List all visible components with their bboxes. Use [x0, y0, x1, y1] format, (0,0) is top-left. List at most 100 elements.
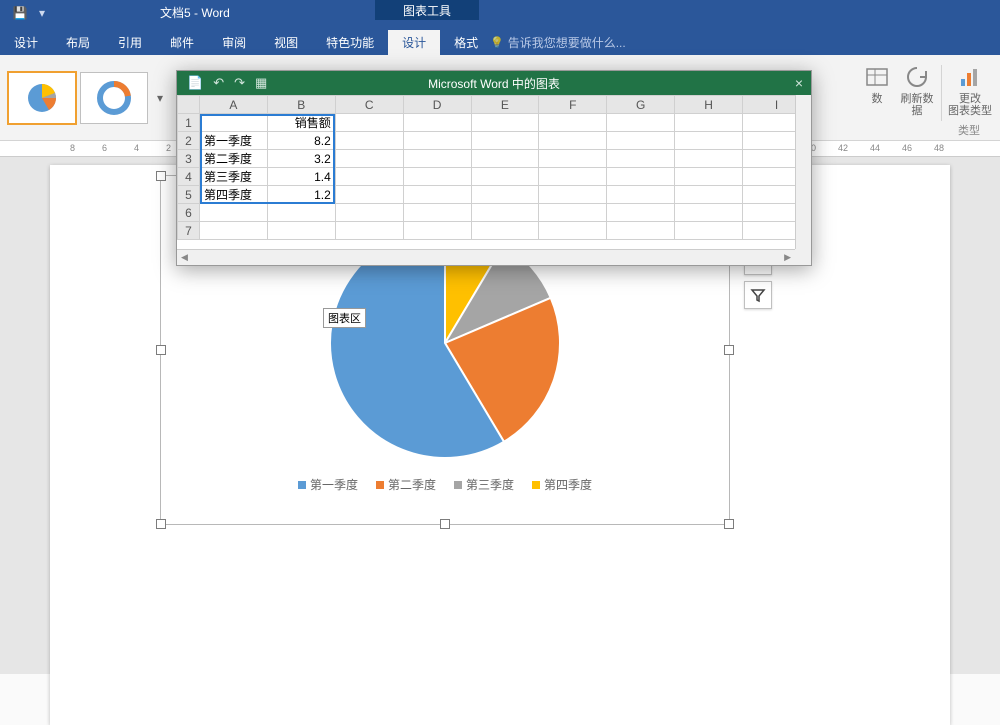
tab-chart-design[interactable]: 设计 — [388, 30, 440, 55]
row-header[interactable]: 2 — [178, 132, 200, 150]
column-header[interactable]: F — [539, 96, 607, 114]
mini-sheet-scrollbar-v[interactable] — [795, 95, 811, 249]
cell[interactable] — [200, 204, 268, 222]
ms-save-icon[interactable]: 📄 — [187, 75, 203, 91]
cell[interactable] — [539, 150, 607, 168]
mini-sheet-scrollbar-h[interactable] — [177, 249, 795, 265]
ms-grid-icon[interactable]: ▦ — [255, 75, 267, 91]
cell[interactable] — [471, 168, 539, 186]
cell[interactable] — [539, 114, 607, 132]
cell[interactable] — [607, 114, 675, 132]
close-icon[interactable]: × — [795, 75, 803, 91]
resize-handle[interactable] — [724, 345, 734, 355]
cell[interactable] — [471, 132, 539, 150]
ms-undo-icon[interactable]: ↶ — [213, 75, 224, 91]
cell[interactable] — [267, 222, 335, 240]
cell[interactable] — [403, 168, 471, 186]
column-header[interactable]: A — [200, 96, 268, 114]
cell[interactable] — [471, 186, 539, 204]
cell[interactable] — [335, 186, 403, 204]
cell[interactable]: 第二季度 — [200, 150, 268, 168]
cell[interactable] — [539, 204, 607, 222]
row-header[interactable]: 6 — [178, 204, 200, 222]
cell[interactable] — [471, 114, 539, 132]
cell[interactable] — [335, 150, 403, 168]
cell[interactable] — [539, 132, 607, 150]
column-header[interactable]: C — [335, 96, 403, 114]
cell[interactable] — [335, 168, 403, 186]
chart-data-editor[interactable]: 📄 ↶ ↷ ▦ Microsoft Word 中的图表 × ABCDEFGHI1… — [176, 70, 812, 266]
cell[interactable]: 第四季度 — [200, 186, 268, 204]
row-header[interactable]: 4 — [178, 168, 200, 186]
ms-redo-icon[interactable]: ↷ — [234, 75, 245, 91]
chart-filters-button[interactable] — [744, 281, 772, 309]
tab-references[interactable]: 引用 — [104, 30, 156, 55]
chart-style-1[interactable] — [8, 72, 76, 124]
cell[interactable] — [607, 204, 675, 222]
cell[interactable] — [403, 186, 471, 204]
dropdown-icon[interactable]: ▾ — [34, 5, 50, 21]
cell[interactable] — [675, 168, 743, 186]
tab-view[interactable]: 视图 — [260, 30, 312, 55]
cell[interactable] — [200, 114, 268, 132]
cell[interactable]: 8.2 — [267, 132, 335, 150]
cell[interactable] — [335, 132, 403, 150]
cell[interactable] — [335, 222, 403, 240]
tab-review[interactable]: 审阅 — [208, 30, 260, 55]
mini-sheet-grid[interactable]: ABCDEFGHI1销售额2第一季度8.23第二季度3.24第三季度1.45第四… — [177, 95, 811, 240]
mini-sheet-resize-grip[interactable] — [795, 249, 811, 265]
cell[interactable] — [403, 204, 471, 222]
cell[interactable] — [200, 222, 268, 240]
cell[interactable] — [403, 222, 471, 240]
resize-handle[interactable] — [724, 519, 734, 529]
chart-style-2[interactable] — [80, 72, 148, 124]
edit-data-button[interactable]: 数 — [857, 59, 897, 127]
cell[interactable] — [471, 222, 539, 240]
row-header[interactable]: 1 — [178, 114, 200, 132]
tell-me-search[interactable]: 告诉我您想要做什么... — [490, 34, 626, 51]
cell[interactable]: 第一季度 — [200, 132, 268, 150]
cell[interactable] — [403, 114, 471, 132]
tab-mailings[interactable]: 邮件 — [156, 30, 208, 55]
cell[interactable] — [539, 168, 607, 186]
resize-handle[interactable] — [156, 519, 166, 529]
column-header[interactable]: G — [607, 96, 675, 114]
cell[interactable] — [471, 150, 539, 168]
chart-legend[interactable]: 第一季度 第二季度 第三季度 第四季度 — [161, 476, 729, 493]
mini-sheet-titlebar[interactable]: 📄 ↶ ↷ ▦ Microsoft Word 中的图表 × — [177, 71, 811, 95]
cell[interactable] — [267, 204, 335, 222]
cell[interactable] — [539, 222, 607, 240]
cell[interactable] — [607, 222, 675, 240]
resize-handle[interactable] — [156, 171, 166, 181]
tab-design-1[interactable]: 设计 — [0, 30, 52, 55]
refresh-data-button[interactable]: 刷新数据 — [897, 59, 937, 127]
cell[interactable] — [403, 150, 471, 168]
gallery-more-icon[interactable]: ▾ — [157, 91, 163, 105]
tab-special[interactable]: 特色功能 — [312, 30, 388, 55]
cell[interactable] — [403, 132, 471, 150]
column-header[interactable]: B — [267, 96, 335, 114]
cell[interactable] — [675, 204, 743, 222]
cell[interactable] — [539, 186, 607, 204]
tab-format[interactable]: 格式 — [440, 30, 492, 55]
resize-handle[interactable] — [440, 519, 450, 529]
cell[interactable]: 1.2 — [267, 186, 335, 204]
cell[interactable] — [675, 186, 743, 204]
save-icon[interactable]: 💾 — [12, 5, 28, 21]
resize-handle[interactable] — [156, 345, 166, 355]
row-header[interactable]: 7 — [178, 222, 200, 240]
column-header[interactable]: E — [471, 96, 539, 114]
cell[interactable] — [607, 186, 675, 204]
cell[interactable] — [675, 114, 743, 132]
column-header[interactable]: D — [403, 96, 471, 114]
cell[interactable] — [335, 204, 403, 222]
tab-layout[interactable]: 布局 — [52, 30, 104, 55]
cell[interactable] — [607, 150, 675, 168]
row-header[interactable]: 3 — [178, 150, 200, 168]
change-chart-type-button[interactable]: 更改 图表类型 — [946, 59, 994, 127]
cell[interactable] — [335, 114, 403, 132]
cell[interactable]: 3.2 — [267, 150, 335, 168]
cell[interactable] — [675, 150, 743, 168]
cell[interactable]: 第三季度 — [200, 168, 268, 186]
cell[interactable] — [675, 222, 743, 240]
